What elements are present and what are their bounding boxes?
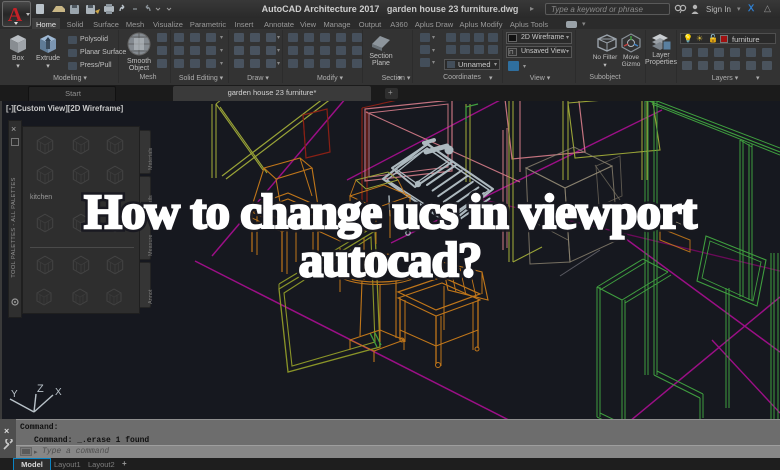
- svg-text:Y: Y: [11, 389, 18, 400]
- svg-text:Z: Z: [37, 383, 44, 395]
- svg-text:[-][Custom View][2D Wireframe]: [-][Custom View][2D Wireframe]: [6, 104, 124, 113]
- svg-text:X: X: [55, 387, 62, 398]
